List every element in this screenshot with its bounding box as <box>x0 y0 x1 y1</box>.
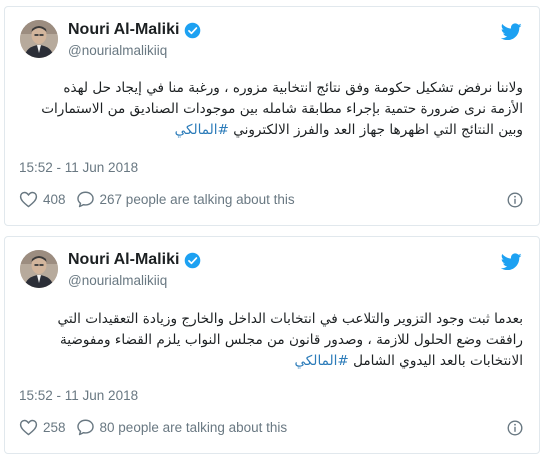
tweet-actions: 258 80 people are talking about this <box>19 418 287 436</box>
twitter-bird-icon[interactable] <box>501 23 522 41</box>
like-count: 258 <box>43 419 66 435</box>
tweet-text-line: بعدما ثبت وجود التزوير والتلاعب في انتخا… <box>57 311 523 327</box>
reply-conversation-button[interactable]: 80 people are talking about this <box>76 418 288 436</box>
info-icon[interactable] <box>507 420 523 436</box>
verified-badge-icon <box>185 22 201 38</box>
tweet-text-line: وبين النتائج التي اظهرها جهاز العد والفر… <box>233 122 523 138</box>
avatar[interactable] <box>20 250 58 288</box>
tweet-text-line: الأزمة نرى ضرورة حتمية بإجراء مطابقة شام… <box>41 101 523 117</box>
verified-badge-icon <box>185 252 201 268</box>
heart-icon <box>19 419 38 436</box>
info-icon[interactable] <box>507 192 523 208</box>
tweet-text: ولاننا نرفض تشكيل حكومة وفق نتائج انتخاب… <box>19 78 523 141</box>
author-handle[interactable]: @nourialmalikiiq <box>68 43 167 58</box>
tweet-text-line: الانتخابات بالعد اليدوي الشامل <box>353 353 523 369</box>
like-count: 408 <box>43 191 66 207</box>
heart-icon <box>19 191 38 208</box>
hashtag-link[interactable]: #المالكي <box>175 122 229 138</box>
tweet-text-line: ولاننا نرفض تشكيل حكومة وفق نتائج انتخاب… <box>63 80 523 96</box>
tweet-text-line: رافقت وضع الحلول للازمة ، وصدور قانون من… <box>59 332 523 348</box>
tweet-text: بعدما ثبت وجود التزوير والتلاعب في انتخا… <box>19 309 523 372</box>
hashtag-link[interactable]: #المالكي <box>294 353 348 369</box>
talking-count: 80 people are talking about this <box>99 419 288 435</box>
tweet-actions: 408 267 people are talking about this <box>19 190 295 208</box>
tweet-card: Nouri Al-Maliki @nourialmalikiiq بعدما ث… <box>4 236 540 454</box>
talking-count: 267 people are talking about this <box>99 191 295 207</box>
tweet-timestamp[interactable]: 15:52 - 11 Jun 2018 <box>19 388 138 403</box>
like-button[interactable]: 258 <box>19 418 66 436</box>
speech-bubble-icon <box>76 419 94 436</box>
reply-conversation-button[interactable]: 267 people are talking about this <box>76 190 295 208</box>
tweet-timestamp[interactable]: 15:52 - 11 Jun 2018 <box>19 160 138 175</box>
tweet-card: Nouri Al-Maliki @nourialmalikiiq ولاننا … <box>4 6 540 226</box>
twitter-bird-icon[interactable] <box>501 253 522 271</box>
speech-bubble-icon <box>76 191 94 208</box>
avatar[interactable] <box>20 20 58 58</box>
like-button[interactable]: 408 <box>19 190 66 208</box>
author-name[interactable]: Nouri Al-Maliki <box>68 21 179 39</box>
author-handle[interactable]: @nourialmalikiiq <box>68 273 167 288</box>
author-name[interactable]: Nouri Al-Maliki <box>68 251 179 269</box>
